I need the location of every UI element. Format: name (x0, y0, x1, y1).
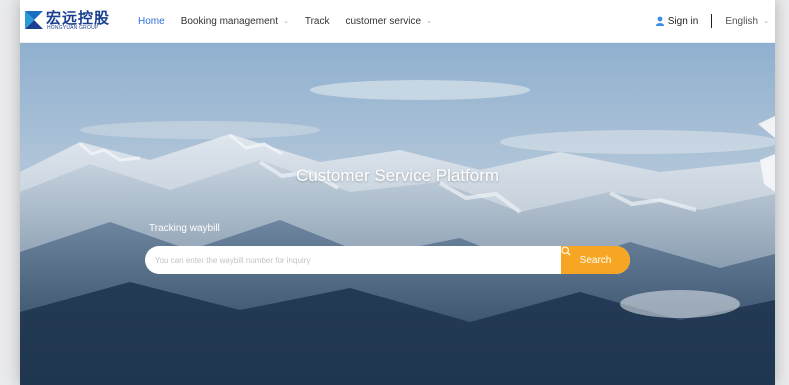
nav-booking-label: Booking management (180, 15, 278, 27)
nav-track[interactable]: Track (305, 16, 330, 27)
sign-in-link[interactable]: Sign in (655, 15, 699, 27)
header-actions: Sign in English ⌄ (655, 0, 769, 42)
top-header: 宏远控股 HONGYUAN GROUP Home Booking managem… (20, 0, 775, 43)
nav-customer-service[interactable]: customer service ⌄ (346, 16, 432, 27)
nav-track-label: Track (304, 15, 330, 27)
sign-in-label: Sign in (667, 15, 699, 27)
hero-banner: Customer Service Platform Tracking waybi… (20, 42, 775, 385)
waybill-search-input[interactable] (145, 246, 555, 274)
chevron-down-icon: ⌄ (763, 18, 769, 25)
page-frame: 宏远控股 HONGYUAN GROUP Home Booking managem… (20, 0, 775, 385)
nav-home-label: Home (138, 15, 165, 27)
tracking-waybill-label: Tracking waybill (149, 223, 220, 234)
language-label: English (725, 15, 759, 27)
search-button[interactable]: Search (561, 246, 630, 274)
chevron-down-icon: ⌄ (426, 18, 432, 25)
user-icon (655, 16, 664, 26)
mountain-background (20, 42, 775, 385)
logo-mark-icon (25, 11, 43, 29)
hero-title: Customer Service Platform (295, 166, 500, 185)
nav-home[interactable]: Home (138, 16, 165, 27)
main-nav: Home Booking management ⌄ Track customer… (138, 0, 448, 42)
header-divider (711, 14, 713, 28)
nav-service-label: customer service (345, 15, 422, 27)
nav-booking-management[interactable]: Booking management ⌄ (181, 16, 289, 27)
language-select[interactable]: English ⌄ (725, 16, 769, 27)
search-icon (561, 246, 571, 256)
logo-text-en: HONGYUAN GROUP (47, 25, 99, 31)
search-button-label: Search (579, 254, 612, 266)
chevron-down-icon: ⌄ (282, 18, 289, 25)
waybill-search-box: Search (145, 246, 630, 274)
